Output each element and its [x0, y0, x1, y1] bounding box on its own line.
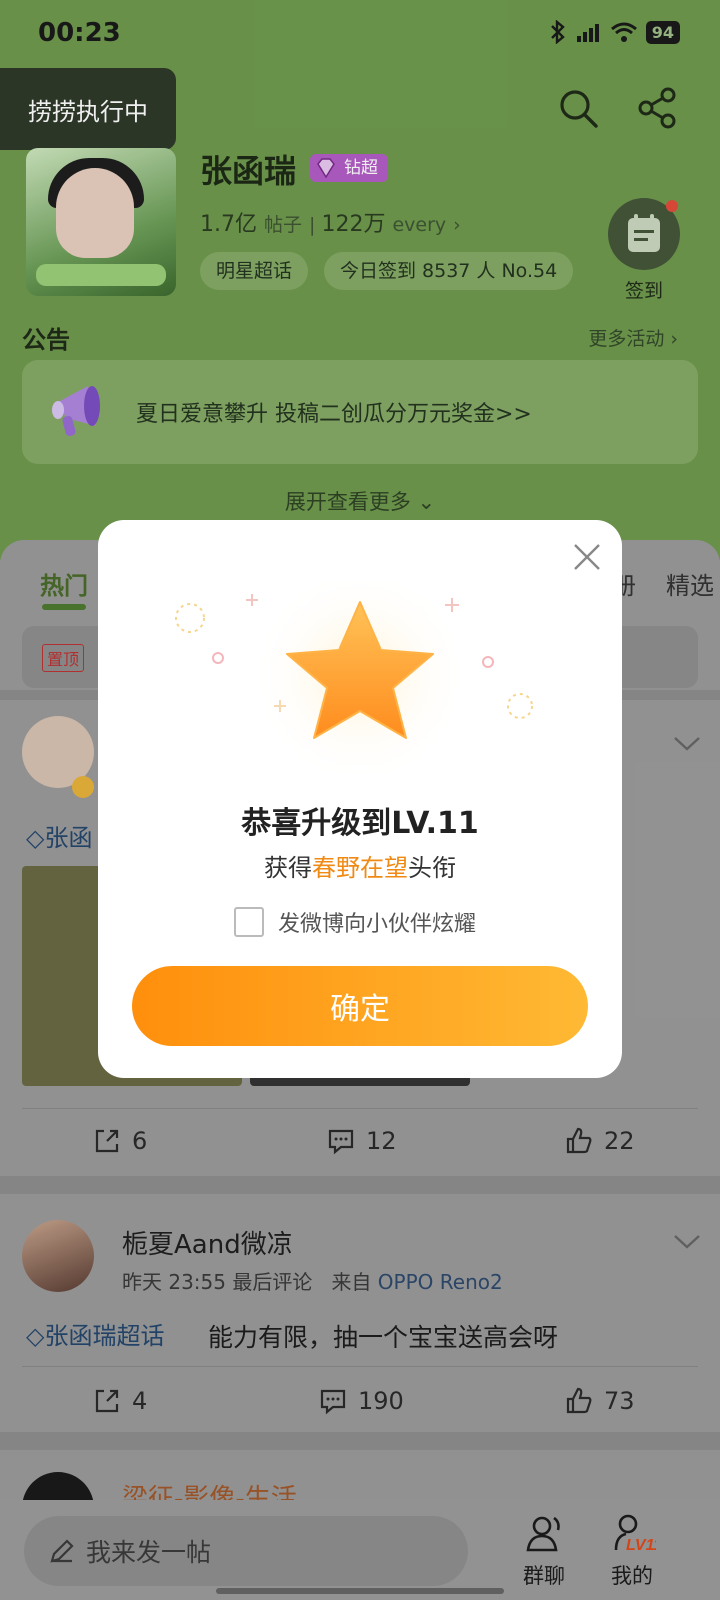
confirm-button[interactable]: 确定: [132, 966, 588, 1046]
share-checkbox[interactable]: [234, 907, 264, 937]
close-icon[interactable]: [570, 540, 604, 574]
award-prefix: 获得: [264, 854, 312, 882]
star-illustration: [175, 580, 533, 786]
share-checkbox-label: 发微博向小伙伴炫耀: [278, 912, 477, 937]
award-suffix: 头衔: [408, 854, 456, 882]
award-title: 春野在望: [312, 854, 408, 882]
level-up-dialog: 恭喜升级到LV.11 获得春野在望头衔 发微博向小伙伴炫耀 确定: [98, 520, 622, 1078]
share-to-weibo-option[interactable]: 发微博向小伙伴炫耀: [234, 906, 476, 938]
title-award-text: 获得春野在望头衔: [98, 848, 622, 883]
level-up-title: 恭喜升级到LV.11: [241, 806, 479, 841]
